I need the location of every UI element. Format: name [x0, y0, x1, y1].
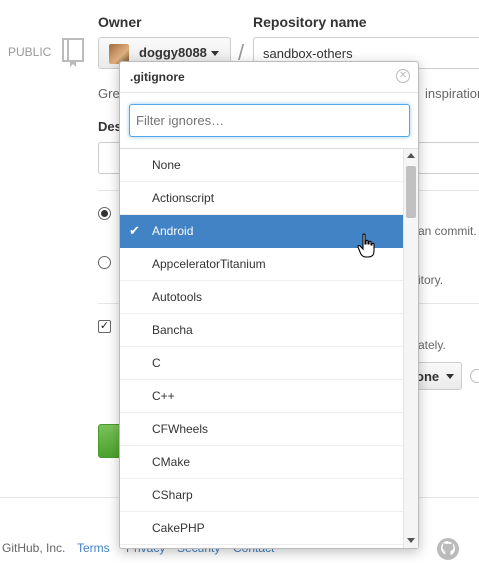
filter-ignores-input[interactable] [129, 104, 410, 137]
gitignore-item-label: C [152, 356, 161, 370]
owner-name: doggy8088 [139, 45, 207, 60]
repo-icon [62, 38, 84, 67]
init-readme-checkbox[interactable]: ✓ [98, 320, 111, 333]
owner-label: Owner [98, 14, 142, 30]
public-radio[interactable] [98, 207, 111, 220]
visibility-label: PUBLIC [8, 45, 52, 59]
gitignore-item-label: CFWheels [152, 422, 209, 436]
gitignore-item[interactable]: CSharp [120, 479, 403, 512]
chevron-down-icon [211, 51, 219, 56]
close-icon[interactable]: ✕ [396, 69, 410, 83]
repo-name-label: Repository name [253, 14, 367, 30]
gitignore-dropdown: .gitignore ✕ None Actionscript ✔ Android App… [119, 61, 419, 549]
gitignore-item-label: AppceleratorTitanium [152, 257, 266, 271]
gitignore-item[interactable]: CFWheels [120, 413, 403, 446]
gitignore-item-label: Actionscript [152, 191, 215, 205]
checkmark-icon: ✔ [129, 223, 140, 238]
repo-name-hint: Gre [98, 86, 120, 101]
gitignore-item-label: CakePHP [152, 521, 205, 535]
gitignore-item[interactable]: CakePHP [120, 512, 403, 545]
gitignore-item[interactable]: CMake [120, 446, 403, 479]
divider [120, 92, 418, 93]
dropdown-title: .gitignore [130, 70, 185, 84]
gitignore-item-label: Android [152, 224, 194, 238]
scroll-down-icon[interactable] [407, 538, 415, 543]
gitignore-item[interactable]: None [120, 149, 403, 182]
scrollbar-thumb[interactable] [406, 166, 416, 218]
scroll-up-icon[interactable] [407, 153, 415, 158]
gitignore-item[interactable]: C [120, 347, 403, 380]
github-octocat-icon[interactable] [436, 537, 460, 561]
footer-terms-link[interactable]: Terms [77, 541, 110, 555]
public-description: an commit. [418, 224, 477, 238]
gitignore-item-label: Autotools [152, 290, 203, 304]
gitignore-item-label: CSharp [152, 488, 193, 502]
gitignore-item[interactable]: C++ [120, 380, 403, 413]
license-value: one [416, 369, 440, 384]
private-description: itory. [418, 273, 444, 287]
gitignore-item-label: CMake [152, 455, 191, 469]
footer-copyright: GitHub, Inc. [2, 541, 66, 555]
help-icon[interactable] [470, 369, 479, 383]
hand-cursor-icon [357, 233, 375, 258]
gitignore-item[interactable]: Actionscript [120, 182, 403, 215]
inspiration-text: inspiration [425, 86, 479, 101]
gitignore-item-label: Bancha [152, 323, 193, 337]
gitignore-item[interactable]: Autotools [120, 281, 403, 314]
gitignore-item-label: None [152, 158, 181, 172]
gitignore-list: None Actionscript ✔ Android AppceleratorTita… [120, 149, 403, 545]
gitignore-item[interactable]: Bancha [120, 314, 403, 347]
scrollbar[interactable] [403, 149, 418, 548]
init-description: ately. [418, 338, 446, 352]
private-radio[interactable] [98, 256, 111, 269]
gitignore-item-label: C++ [152, 389, 175, 403]
chevron-down-icon [446, 374, 454, 379]
